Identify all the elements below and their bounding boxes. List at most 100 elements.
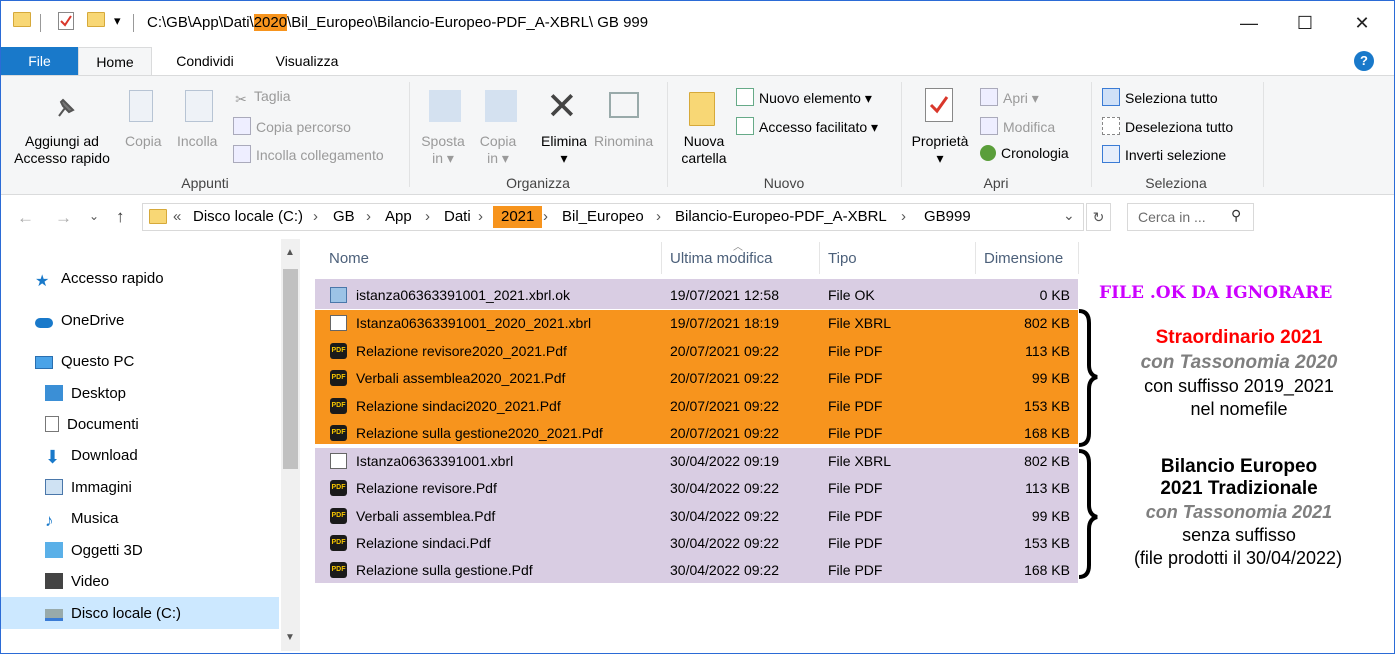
file-row[interactable]: PDF Relazione revisore.Pdf 30/04/2022 09:2… xyxy=(315,475,1078,502)
pin-quick-access-button[interactable]: Aggiungi ad Accesso rapido xyxy=(14,133,110,167)
file-row[interactable]: PDF Relazione sindaci2020_2021.Pdf 20/07/2… xyxy=(315,393,1078,420)
nav-item-local-disk[interactable]: Disco locale (C:) xyxy=(45,605,181,622)
scroll-down-icon[interactable]: ▼ xyxy=(285,632,295,643)
rename-button[interactable]: Rinomina xyxy=(594,133,653,149)
column-divider[interactable] xyxy=(1078,242,1079,274)
history-button[interactable]: Cronologia xyxy=(980,145,1069,161)
help-icon[interactable]: ? xyxy=(1354,51,1374,71)
nav-item-onedrive[interactable]: OneDrive xyxy=(35,312,124,329)
copy-to-button[interactable]: Copia in ▾ xyxy=(475,133,521,167)
crumb-separator-icon[interactable]: › xyxy=(313,208,318,225)
file-row[interactable]: PDF Verbali assemblea2020_2021.Pdf 20/07/2… xyxy=(315,365,1078,392)
forward-arrow-icon[interactable]: → xyxy=(55,208,72,228)
nav-item-quick-access[interactable]: ★ Accesso rapido xyxy=(35,270,164,290)
column-header-name[interactable]: Nome xyxy=(329,250,369,267)
copy-path-button[interactable]: Copia percorso xyxy=(233,117,351,135)
tab-home[interactable]: Home xyxy=(78,47,152,75)
scroll-up-icon[interactable]: ▲ xyxy=(285,247,295,258)
pdf-file-icon: PDF xyxy=(330,398,347,414)
crumb-separator-icon[interactable]: › xyxy=(366,208,371,225)
new-item-icon xyxy=(736,88,754,106)
file-row[interactable]: PDF Relazione sindaci.Pdf 30/04/2022 09:22… xyxy=(315,530,1078,557)
tab-file[interactable]: File xyxy=(1,47,78,75)
paste-link-button[interactable]: Incolla collegamento xyxy=(233,145,384,163)
invert-selection-button[interactable]: Inverti selezione xyxy=(1102,145,1226,163)
nav-item-3d-objects[interactable]: Oggetti 3D xyxy=(45,542,143,559)
tab-share[interactable]: Condividi xyxy=(163,47,247,75)
customize-quick-access-icon[interactable]: ▾ xyxy=(114,13,121,29)
edit-button[interactable]: Modifica xyxy=(980,117,1055,135)
crumb-bil-europeo[interactable]: Bil_Europeo xyxy=(562,208,644,225)
group-open-label: Apri xyxy=(983,175,1009,191)
new-folder-button[interactable]: Nuova cartella xyxy=(677,133,731,167)
open-button[interactable]: Apri ▾ xyxy=(980,88,1039,107)
search-box[interactable]: Cerca in ... ⚲ xyxy=(1127,203,1254,231)
group-select-label: Seleziona xyxy=(1145,175,1207,191)
column-header-modified[interactable]: Ultima modifica xyxy=(670,250,773,267)
close-button[interactable]: ✕ xyxy=(1339,7,1385,39)
file-row[interactable]: PDF Relazione sulla gestione.Pdf 30/04/202… xyxy=(315,557,1078,584)
delete-button[interactable]: Elimina ▾ xyxy=(538,133,590,167)
group2-title: Bilancio Europeo xyxy=(1160,456,1318,477)
dropdown-chevron-icon[interactable]: ⌄ xyxy=(1063,207,1075,224)
crumb-gb[interactable]: GB xyxy=(333,208,355,225)
address-bar[interactable]: « Disco locale (C:) › GB › App › Dati › … xyxy=(142,203,1084,231)
crumb-bilancio-europeo[interactable]: Bilancio-Europeo-PDF_A-XBRL xyxy=(675,208,887,225)
paste-button[interactable]: Incolla xyxy=(177,133,217,149)
crumb-separator-icon[interactable]: › xyxy=(543,208,548,225)
ribbon-tabs: File Home Condividi Visualizza ? xyxy=(1,47,1394,75)
file-row[interactable]: istanza06363391001_2021.xbrl.ok 19/07/202… xyxy=(315,282,1078,309)
column-divider[interactable] xyxy=(819,242,820,274)
overflow-chevron-icon[interactable]: « xyxy=(173,208,181,225)
nav-item-pictures[interactable]: Immagini xyxy=(45,479,132,496)
tab-view[interactable]: Visualizza xyxy=(261,47,353,75)
copy-button[interactable]: Copia xyxy=(125,133,162,149)
file-row[interactable]: PDF Relazione revisore2020_2021.Pdf 20/07/… xyxy=(315,338,1078,365)
nav-scrollbar[interactable]: ▲ ▼ xyxy=(281,239,300,651)
crumb-separator-icon[interactable]: › xyxy=(425,208,430,225)
nav-item-desktop[interactable]: Desktop xyxy=(45,385,126,402)
crumb-gb999[interactable]: GB999 xyxy=(924,208,971,225)
search-input[interactable]: Cerca in ... xyxy=(1138,209,1206,225)
new-folder-quick-icon[interactable] xyxy=(87,12,105,27)
file-row[interactable]: Istanza06363391001_2020_2021.xbrl 19/07/2… xyxy=(315,310,1078,337)
crumb-dati[interactable]: Dati xyxy=(444,208,471,225)
properties-button[interactable]: Proprietà ▾ xyxy=(908,133,972,167)
scrollbar-thumb[interactable] xyxy=(283,269,298,469)
crumb-app[interactable]: App xyxy=(385,208,412,225)
move-to-button[interactable]: Sposta in ▾ xyxy=(419,133,467,167)
crumb-separator-icon[interactable]: › xyxy=(901,208,906,225)
maximize-button[interactable]: ☐ xyxy=(1282,7,1328,39)
divider xyxy=(40,14,41,32)
nav-item-documents[interactable]: Documenti xyxy=(45,416,139,433)
search-icon[interactable]: ⚲ xyxy=(1231,207,1241,224)
crumb-separator-icon[interactable]: › xyxy=(656,208,661,225)
select-all-button[interactable]: Seleziona tutto xyxy=(1102,88,1218,106)
address-bar-row: ← → ⌄ ↑ « Disco locale (C:) › GB › App ›… xyxy=(1,199,1394,239)
file-row[interactable]: PDF Verbali assemblea.Pdf 30/04/2022 09:22… xyxy=(315,503,1078,530)
back-arrow-icon[interactable]: ← xyxy=(17,208,34,228)
easy-access-button[interactable]: Accesso facilitato ▾ xyxy=(736,117,878,136)
file-row[interactable]: Istanza06363391001.xbrl 30/04/2022 09:19 F… xyxy=(315,448,1078,475)
new-item-button[interactable]: Nuovo elemento ▾ xyxy=(736,88,872,107)
file-row[interactable]: PDF Relazione sulla gestione2020_2021.Pdf… xyxy=(315,420,1078,447)
nav-item-this-pc[interactable]: Questo PC xyxy=(35,353,134,370)
column-divider[interactable] xyxy=(975,242,976,274)
nav-item-music[interactable]: ♪ Musica xyxy=(45,510,119,530)
properties-quick-icon[interactable] xyxy=(58,12,74,30)
column-header-size[interactable]: Dimensione xyxy=(984,250,1063,267)
refresh-icon[interactable]: ↻ xyxy=(1086,203,1111,231)
crumb-disk[interactable]: Disco locale (C:) xyxy=(193,208,303,225)
crumb-separator-icon[interactable]: › xyxy=(478,208,483,225)
recent-chevron-icon[interactable]: ⌄ xyxy=(89,209,99,223)
nav-item-download[interactable]: ⬇ Download xyxy=(45,447,138,467)
minimize-button[interactable]: — xyxy=(1226,7,1272,39)
pdf-file-icon: PDF xyxy=(330,508,347,524)
nav-item-video[interactable]: Video xyxy=(45,573,109,590)
crumb-year[interactable]: 2021 xyxy=(493,206,543,228)
select-none-button[interactable]: Deseleziona tutto xyxy=(1102,117,1233,135)
up-arrow-icon[interactable]: ↑ xyxy=(116,207,125,227)
cut-button[interactable]: ✂ Taglia xyxy=(233,88,290,107)
column-header-type[interactable]: Tipo xyxy=(828,250,857,267)
column-divider[interactable] xyxy=(661,242,662,274)
